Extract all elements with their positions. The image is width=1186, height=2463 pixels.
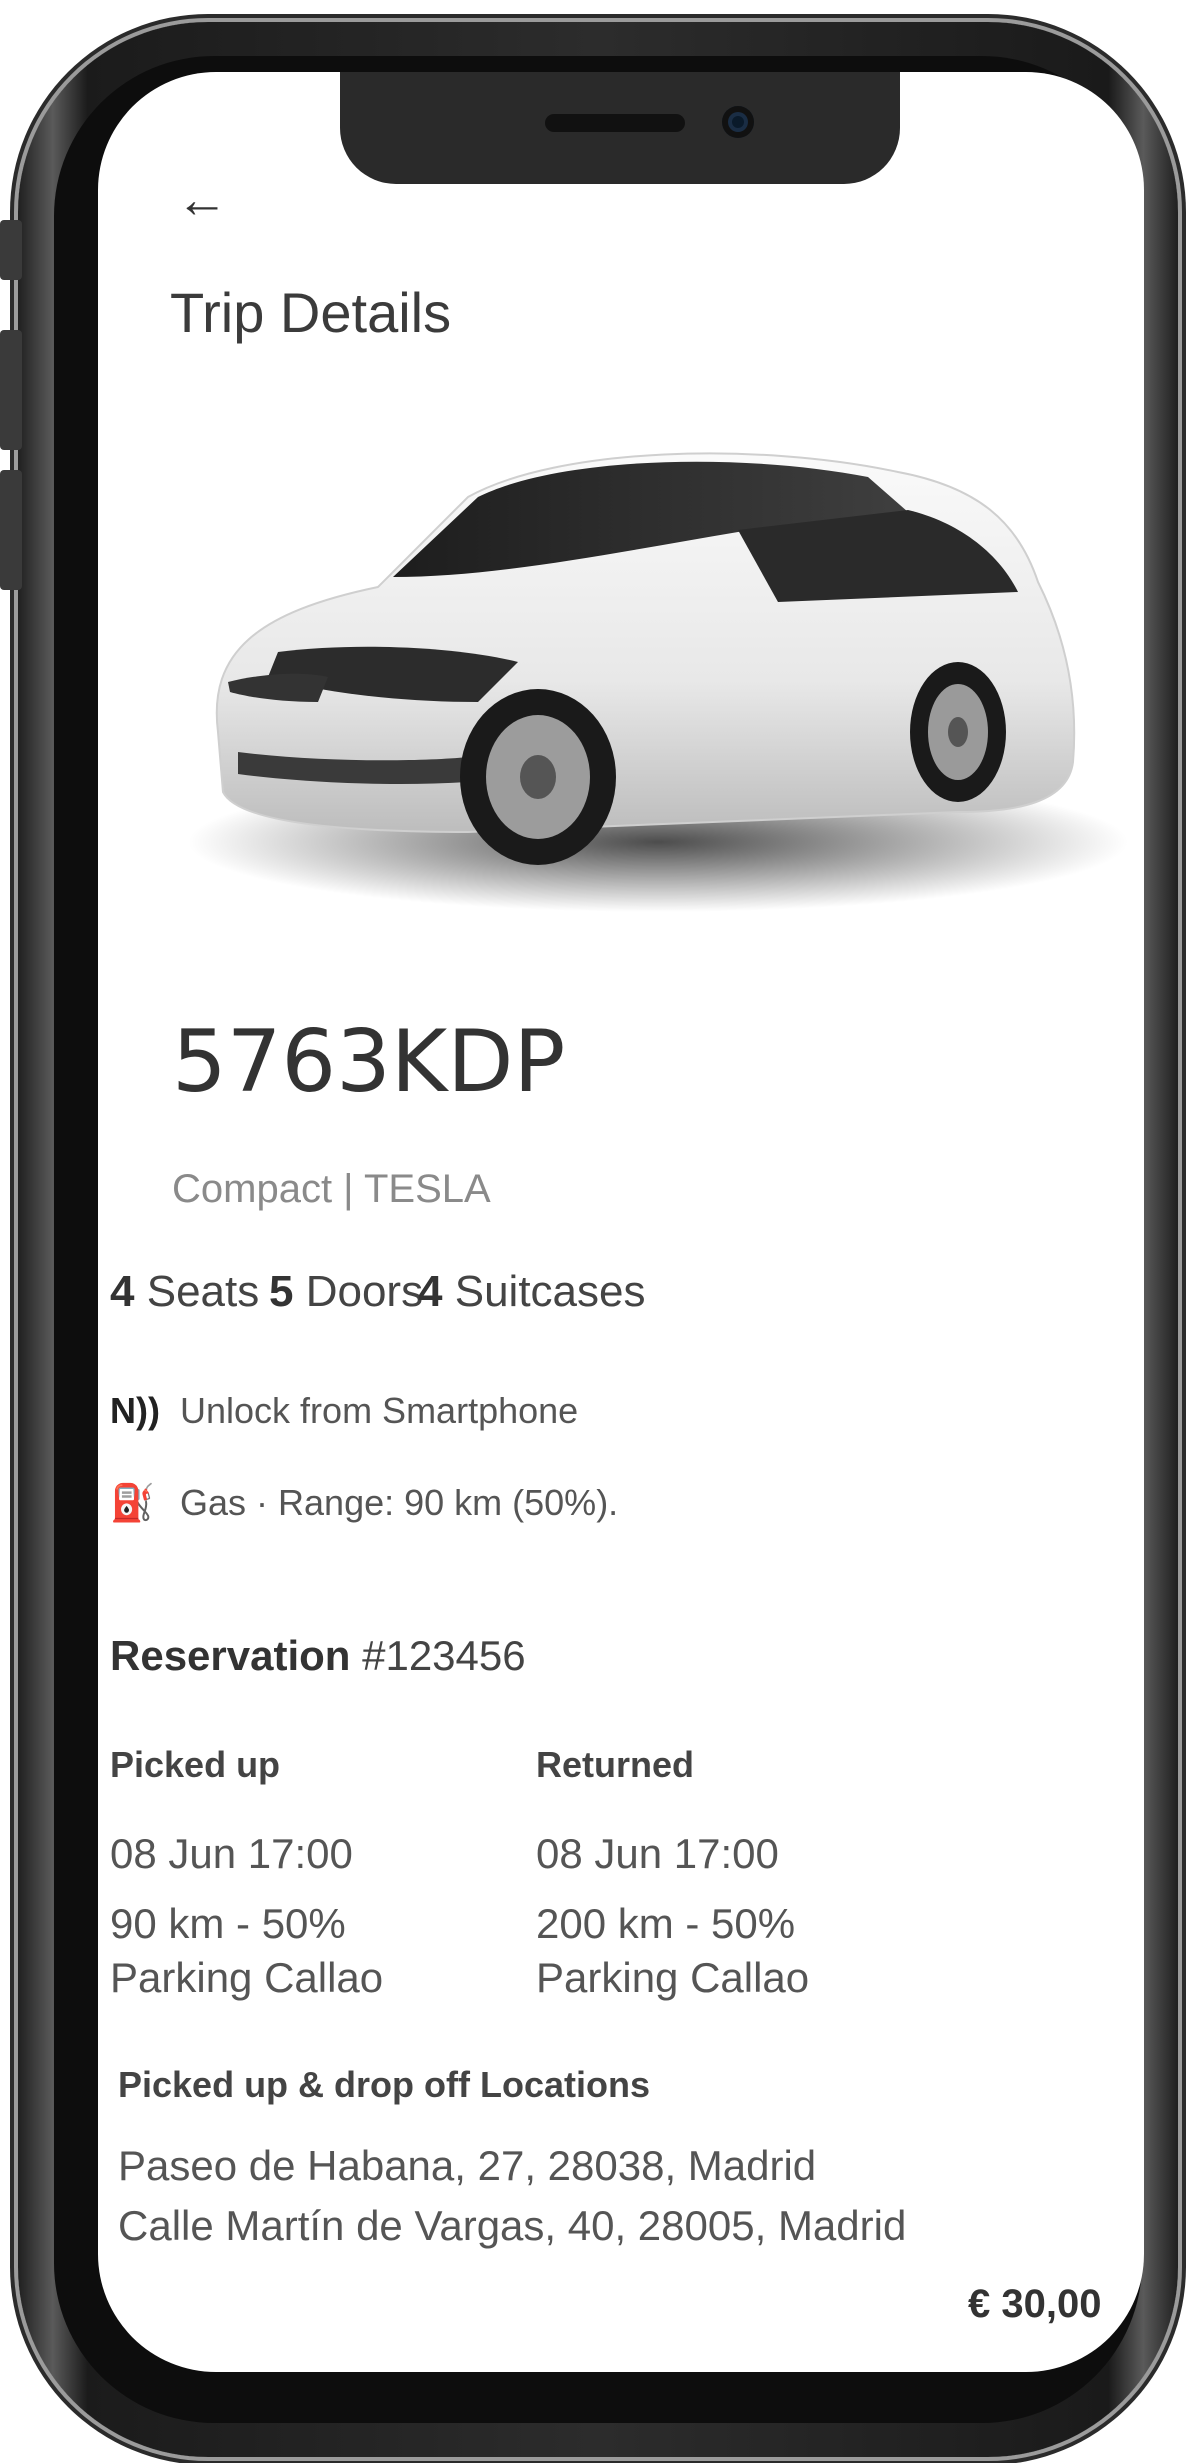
pickup-address: Paseo de Habana, 27, 28038, Madrid [118, 2142, 817, 2189]
speaker-grille [545, 114, 685, 132]
feature-unlock-text: Unlock from Smartphone [180, 1390, 579, 1431]
screen: ← Trip Details 5763KDP Compact | TESLA 4… [98, 72, 1144, 2372]
side-button [0, 220, 22, 280]
suitcases-spec: 4 Suitcases [418, 1267, 645, 1317]
car-image [188, 452, 1128, 912]
locations-label: Picked up & drop off Locations [118, 2064, 651, 2105]
picked-up-label: Picked up [110, 1744, 281, 1785]
license-plate: 5763KDP [172, 1012, 566, 1112]
returned-label: Returned [536, 1744, 695, 1785]
nfc-icon: N)) [110, 1390, 160, 1431]
returned-location: Parking Callao [536, 1954, 810, 2001]
feature-fuel: ⛽ Gas · Range: 90 km (50%). [110, 1482, 618, 1524]
seats-label: Seats [146, 1267, 260, 1316]
volume-up-button [0, 330, 22, 450]
front-camera [722, 106, 754, 138]
vehicle-class-brand: Compact | TESLA [172, 1167, 491, 1211]
price-total: € 30,00 [968, 2282, 1102, 2326]
doors-spec: 5 Doors [269, 1267, 423, 1317]
picked-up-datetime: 08 Jun 17:00 [110, 1830, 353, 1877]
back-button[interactable]: ← [176, 170, 228, 230]
phone-notch [340, 72, 900, 184]
fuel-pump-icon: ⛽ [110, 1482, 155, 1523]
seats-count: 4 [110, 1267, 135, 1316]
volume-down-button [0, 470, 22, 590]
arrow-left-icon[interactable]: ← [176, 171, 228, 229]
reservation-number: #123456 [362, 1632, 526, 1679]
seats-spec: 4 Seats [110, 1267, 259, 1317]
picked-up-km: 90 km - 50% [110, 1900, 346, 1947]
page-title: Trip Details [170, 281, 452, 344]
feature-unlock: N)) Unlock from Smartphone [110, 1390, 578, 1432]
doors-count: 5 [269, 1267, 294, 1316]
suitcases-count: 4 [418, 1267, 443, 1316]
suitcases-label: Suitcases [454, 1267, 646, 1316]
returned-datetime: 08 Jun 17:00 [536, 1830, 779, 1877]
reservation-label: Reservation [110, 1632, 351, 1679]
feature-fuel-text: Gas · Range: 90 km (50%). [180, 1482, 619, 1523]
doors-label: Doors [305, 1267, 424, 1316]
returned-km: 200 km - 50% [536, 1900, 796, 1947]
picked-up-location: Parking Callao [110, 1954, 384, 2001]
reservation-id: Reservation #123456 [110, 1632, 526, 1680]
dropoff-address: Calle Martín de Vargas, 40, 28005, Madri… [118, 2202, 907, 2249]
